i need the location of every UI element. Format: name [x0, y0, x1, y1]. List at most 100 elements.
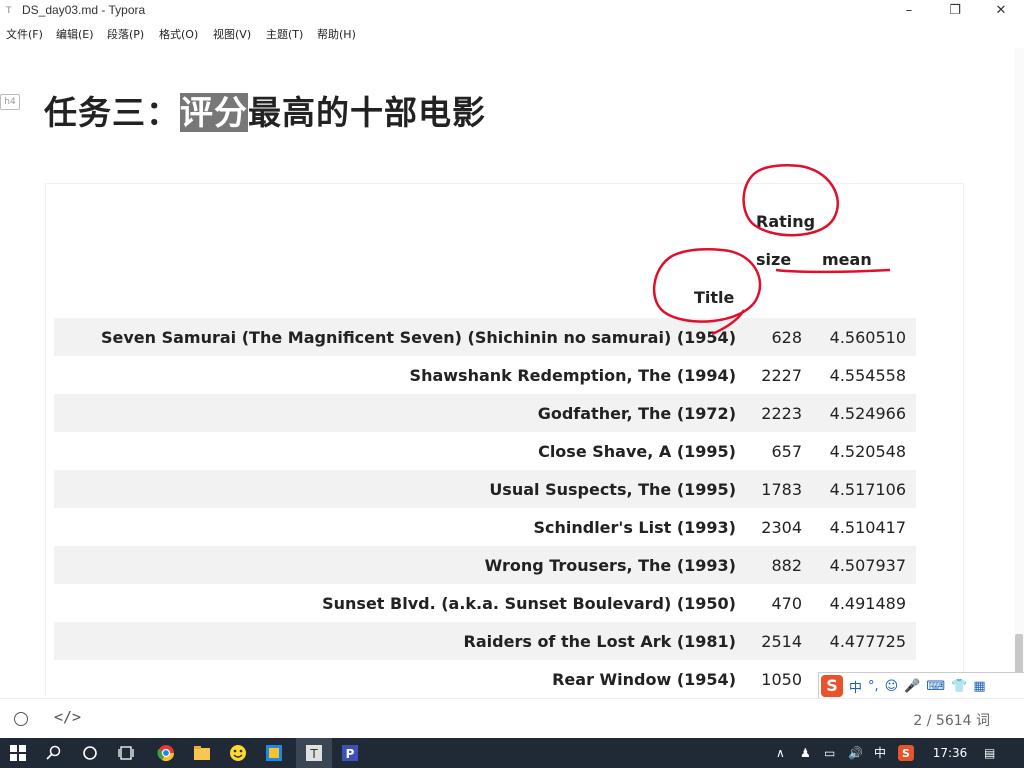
- chrome-icon[interactable]: [148, 738, 184, 768]
- status-bar: </> 2 / 5614 词: [0, 698, 1024, 739]
- heading-suffix: 最高的十部电影: [248, 93, 486, 132]
- word-count[interactable]: 2 / 5614 词: [913, 710, 990, 730]
- header-mean: mean: [822, 250, 872, 269]
- show-hidden-icons-chevron[interactable]: ∧: [776, 738, 785, 768]
- task-view-icon[interactable]: [108, 738, 144, 768]
- cell-title: Rear Window (1954): [552, 670, 736, 689]
- cell-title: Godfather, The (1972): [537, 404, 736, 423]
- microphone-icon[interactable]: 🎤: [904, 679, 920, 694]
- ime-toolbar[interactable]: S 中 °, ☺ 🎤 ⌨ 👕 ▦: [818, 672, 1024, 700]
- taskbar: T P ∧ ♟ ▭ 🔊 中 S 17:36 ▤: [0, 738, 1024, 768]
- svg-text:P: P: [346, 747, 355, 761]
- table-row: Rear Window (1954) 1050: [54, 660, 916, 696]
- cell-size: 1050: [761, 670, 802, 689]
- ime-language-toggle[interactable]: 中: [849, 677, 862, 696]
- search-icon[interactable]: [36, 738, 72, 768]
- cell-size: 470: [771, 594, 802, 613]
- table-row: Wrong Trousers, The (1993) 882 4.507937: [54, 546, 916, 584]
- cell-title: Shawshank Redemption, The (1994): [409, 366, 736, 385]
- svg-text:S: S: [902, 747, 910, 760]
- grid-menu-icon[interactable]: ▦: [973, 679, 985, 694]
- clock[interactable]: 17:36: [930, 738, 970, 768]
- table-row: Shawshank Redemption, The (1994) 2227 4.…: [54, 356, 916, 394]
- cell-title: Wrong Trousers, The (1993): [484, 556, 736, 575]
- table-row: Schindler's List (1993) 2304 4.510417: [54, 508, 916, 546]
- table-row: Seven Samurai (The Magnificent Seven) (S…: [54, 318, 916, 356]
- cell-size: 657: [771, 442, 802, 461]
- cell-title: Seven Samurai (The Magnificent Seven) (S…: [100, 328, 736, 347]
- cell-size: 882: [771, 556, 802, 575]
- cell-mean: 4.554558: [829, 366, 906, 385]
- menu-file[interactable]: 文件(F): [6, 26, 43, 42]
- table-row: Raiders of the Lost Ark (1981) 2514 4.47…: [54, 622, 916, 660]
- menu-theme[interactable]: 主题(T): [266, 26, 303, 42]
- ime-punctuation-toggle[interactable]: °,: [868, 679, 879, 694]
- menu-help[interactable]: 帮助(H): [317, 26, 356, 42]
- screen-capture-app-icon[interactable]: [256, 738, 292, 768]
- menu-edit[interactable]: 编辑(E): [56, 26, 94, 42]
- app-face-icon[interactable]: [220, 738, 256, 768]
- typora-app-icon: T: [6, 6, 12, 16]
- cell-title: Usual Suspects, The (1995): [489, 480, 736, 499]
- volume-icon[interactable]: 🔊: [848, 738, 863, 768]
- cell-size: 2304: [761, 518, 802, 537]
- powerpoint-icon[interactable]: P: [332, 738, 368, 768]
- typora-taskbar-icon[interactable]: T: [296, 738, 332, 768]
- smiley-icon[interactable]: ☺: [885, 679, 899, 694]
- heading-prefix: 任务三：: [44, 93, 180, 132]
- header-title: Title: [694, 288, 735, 307]
- editor-content[interactable]: h4 任务三：评分最高的十部电影 Rating size mean Title …: [0, 48, 1014, 696]
- cortana-icon[interactable]: [72, 738, 108, 768]
- dataframe-output: Rating size mean Title Seven Samurai (Th…: [46, 184, 963, 696]
- table-row: Godfather, The (1972) 2223 4.524966: [54, 394, 916, 432]
- cell-title: Raiders of the Lost Ark (1981): [463, 632, 736, 651]
- cell-size: 2227: [761, 366, 802, 385]
- cell-mean: 4.520548: [829, 442, 906, 461]
- keyboard-icon[interactable]: ⌨: [926, 679, 945, 694]
- source-code-toggle-button[interactable]: </>: [54, 708, 81, 726]
- close-button[interactable]: ✕: [978, 0, 1024, 22]
- cell-title: Sunset Blvd. (a.k.a. Sunset Boulevard) (…: [322, 594, 736, 613]
- window-title: DS_day03.md - Typora: [22, 3, 146, 17]
- menu-bar: 文件(F) 编辑(E) 段落(P) 格式(O) 视图(V) 主题(T) 帮助(H…: [0, 24, 1024, 44]
- header-rating: Rating: [756, 212, 816, 231]
- windows-start-icon[interactable]: [0, 738, 36, 768]
- table-row: Close Shave, A (1995) 657 4.520548: [54, 432, 916, 470]
- outline-toggle-icon[interactable]: [14, 712, 28, 726]
- taskbar-ime-language[interactable]: 中: [874, 738, 886, 768]
- sogou-logo-icon[interactable]: S: [821, 675, 843, 697]
- cell-mean: 4.510417: [829, 518, 906, 537]
- cell-mean: 4.524966: [829, 404, 906, 423]
- cell-mean: 4.560510: [829, 328, 906, 347]
- minimize-button[interactable]: –: [886, 0, 932, 22]
- person-icon[interactable]: ♟: [800, 738, 811, 768]
- file-explorer-icon[interactable]: [184, 738, 220, 768]
- cell-size: 2223: [761, 404, 802, 423]
- menu-format[interactable]: 格式(O): [159, 26, 198, 42]
- cell-mean: 4.507937: [829, 556, 906, 575]
- network-icon[interactable]: ▭: [824, 738, 835, 768]
- skin-icon[interactable]: 👕: [951, 679, 967, 694]
- scrollbar[interactable]: [1014, 48, 1024, 696]
- cell-mean: 4.517106: [829, 480, 906, 499]
- table-row: Usual Suspects, The (1995) 1783 4.517106: [54, 470, 916, 508]
- heading-highlighted-text: 评分: [180, 93, 248, 132]
- cell-title: Close Shave, A (1995): [538, 442, 736, 461]
- cell-size: 1783: [761, 480, 802, 499]
- maximize-button[interactable]: ❐: [932, 0, 978, 22]
- cell-mean: 4.491489: [829, 594, 906, 613]
- heading-level-badge: h4: [0, 94, 20, 110]
- svg-text:T: T: [309, 747, 318, 761]
- cell-mean: 4.477725: [829, 632, 906, 651]
- cell-size: 628: [771, 328, 802, 347]
- notification-center-icon[interactable]: ▤: [984, 738, 995, 768]
- sogou-tray-icon[interactable]: S: [898, 738, 916, 768]
- table-row: Sunset Blvd. (a.k.a. Sunset Boulevard) (…: [54, 584, 916, 622]
- title-bar: T DS_day03.md - Typora – ❐ ✕: [0, 0, 1024, 22]
- page-heading[interactable]: 任务三：评分最高的十部电影: [44, 86, 486, 134]
- cell-size: 2514: [761, 632, 802, 651]
- cell-title: Schindler's List (1993): [533, 518, 736, 537]
- header-size: size: [756, 250, 792, 269]
- menu-view[interactable]: 视图(V): [213, 26, 251, 42]
- menu-paragraph[interactable]: 段落(P): [107, 26, 144, 42]
